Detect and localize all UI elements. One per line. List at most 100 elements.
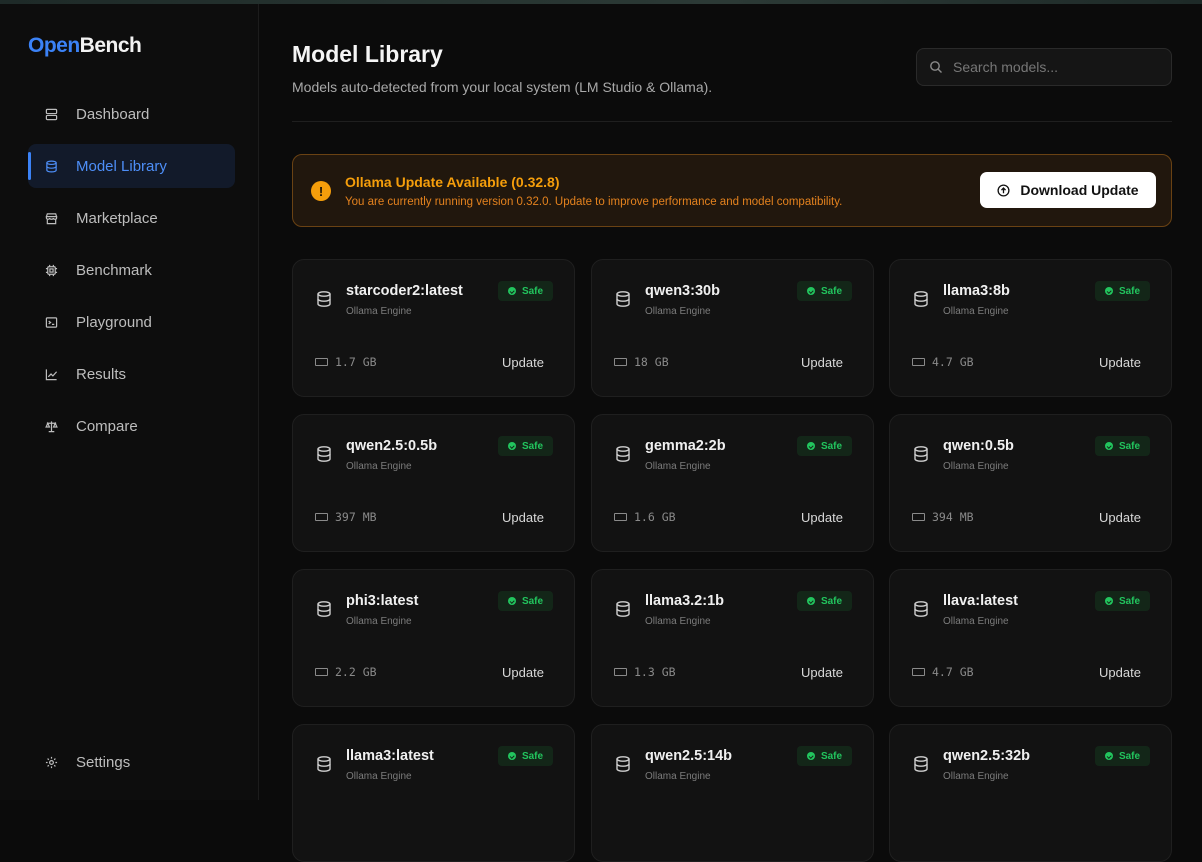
model-card[interactable]: llama3:8b Ollama Engine Safe 4.7 GB Upda… — [889, 259, 1172, 397]
size-value: 1.7 GB — [335, 355, 377, 369]
model-engine: Ollama Engine — [645, 771, 711, 782]
model-engine: Ollama Engine — [645, 461, 711, 472]
safe-badge: Safe — [498, 281, 553, 301]
sidebar-item-label: Playground — [76, 313, 152, 331]
search-box[interactable] — [916, 48, 1172, 86]
alert-text: You are currently running version 0.32.0… — [345, 196, 843, 208]
model-name: phi3:latest — [346, 593, 419, 609]
search-input[interactable] — [953, 59, 1153, 75]
badge-label: Safe — [820, 595, 843, 607]
model-size: 1.7 GB — [315, 355, 377, 369]
update-button[interactable]: Update — [801, 355, 843, 370]
header-divider — [292, 121, 1172, 122]
model-card[interactable]: qwen:0.5b Ollama Engine Safe 394 MB Upda… — [889, 414, 1172, 552]
model-card[interactable]: qwen2.5:32b Ollama Engine Safe — [889, 724, 1172, 862]
model-size: 1.3 GB — [614, 665, 676, 679]
badge-label: Safe — [521, 285, 544, 297]
model-card[interactable]: qwen3:30b Ollama Engine Safe 18 GB Updat… — [591, 259, 874, 397]
model-card[interactable]: llama3.2:1b Ollama Engine Safe 1.3 GB Up… — [591, 569, 874, 707]
check-circle-icon — [507, 597, 516, 605]
model-size: 4.7 GB — [912, 665, 974, 679]
page-subtitle: Models auto-detected from your local sys… — [292, 79, 713, 95]
sidebar-item-compare[interactable]: Compare — [28, 404, 235, 448]
logo-bench-text: Bench — [79, 34, 142, 57]
model-size: 2.2 GB — [315, 665, 377, 679]
badge-label: Safe — [1118, 750, 1141, 762]
update-button[interactable]: Update — [801, 510, 843, 525]
safe-badge: Safe — [498, 591, 553, 611]
safe-badge: Safe — [797, 746, 852, 766]
model-name: qwen2.5:32b — [943, 748, 1031, 764]
hard-drive-icon — [614, 513, 627, 521]
hard-drive-icon — [315, 668, 328, 676]
safe-badge: Safe — [1095, 436, 1150, 456]
model-card[interactable]: starcoder2:latest Ollama Engine Safe 1.7… — [292, 259, 575, 397]
size-value: 397 MB — [335, 510, 377, 524]
model-name: qwen2.5:14b — [645, 748, 733, 764]
update-button[interactable]: Update — [502, 355, 544, 370]
sidebar-item-dashboard[interactable]: Dashboard — [28, 92, 235, 136]
model-engine: Ollama Engine — [943, 461, 1009, 472]
dashboard-icon — [44, 107, 58, 121]
model-name: gemma2:2b — [645, 438, 726, 454]
model-card[interactable]: qwen2.5:0.5b Ollama Engine Safe 397 MB U… — [292, 414, 575, 552]
check-circle-icon — [806, 752, 815, 760]
database-icon — [912, 600, 930, 618]
model-card[interactable]: gemma2:2b Ollama Engine Safe 1.6 GB Upda… — [591, 414, 874, 552]
model-card[interactable]: qwen2.5:14b Ollama Engine Safe — [591, 724, 874, 862]
hard-drive-icon — [912, 513, 925, 521]
badge-label: Safe — [820, 440, 843, 452]
sidebar-item-label: Marketplace — [76, 209, 158, 227]
safe-badge: Safe — [797, 436, 852, 456]
model-card[interactable]: llava:latest Ollama Engine Safe 4.7 GB U… — [889, 569, 1172, 707]
check-circle-icon — [806, 442, 815, 450]
model-name: llama3:latest — [346, 748, 434, 764]
update-button[interactable]: Update — [502, 665, 544, 680]
database-icon — [614, 290, 632, 308]
hard-drive-icon — [912, 668, 925, 676]
hard-drive-icon — [315, 358, 328, 366]
model-engine: Ollama Engine — [346, 306, 412, 317]
model-size: 4.7 GB — [912, 355, 974, 369]
check-circle-icon — [1104, 287, 1113, 295]
check-circle-icon — [1104, 752, 1113, 760]
sidebar-item-model-library[interactable]: Model Library — [28, 144, 235, 188]
sidebar-item-label: Benchmark — [76, 261, 152, 279]
update-button[interactable]: Update — [502, 510, 544, 525]
size-value: 4.7 GB — [932, 665, 974, 679]
badge-label: Safe — [521, 750, 544, 762]
update-button[interactable]: Update — [1099, 355, 1141, 370]
app-logo[interactable]: OpenBench — [28, 34, 142, 58]
check-circle-icon — [806, 597, 815, 605]
sidebar-item-benchmark[interactable]: Benchmark — [28, 248, 235, 292]
database-icon — [315, 600, 333, 618]
sidebar-item-label: Results — [76, 365, 127, 383]
update-button[interactable]: Update — [1099, 510, 1141, 525]
model-name: llava:latest — [943, 593, 1018, 609]
hard-drive-icon — [315, 513, 328, 521]
sidebar-nav: Dashboard Model Library Marketplace Benc… — [28, 92, 235, 456]
check-circle-icon — [507, 287, 516, 295]
update-button[interactable]: Update — [801, 665, 843, 680]
sidebar-item-marketplace[interactable]: Marketplace — [28, 196, 235, 240]
sidebar-item-label: Dashboard — [76, 105, 150, 123]
model-name: llama3.2:1b — [645, 593, 724, 609]
model-card[interactable]: phi3:latest Ollama Engine Safe 2.2 GB Up… — [292, 569, 575, 707]
database-icon — [614, 755, 632, 773]
sidebar-item-settings[interactable]: Settings — [28, 740, 235, 784]
download-update-button[interactable]: Download Update — [980, 172, 1156, 208]
sidebar-settings: Settings — [28, 740, 235, 792]
sidebar-item-results[interactable]: Results — [28, 352, 235, 396]
sidebar: OpenBench Dashboard Model Library Market… — [0, 4, 259, 800]
update-button[interactable]: Update — [1099, 665, 1141, 680]
sidebar-item-label: Settings — [76, 753, 131, 771]
alert-title: Ollama Update Available (0.32.8) — [345, 174, 560, 190]
badge-label: Safe — [820, 750, 843, 762]
sidebar-item-playground[interactable]: Playground — [28, 300, 235, 344]
page-title: Model Library — [292, 41, 443, 67]
badge-label: Safe — [1118, 595, 1141, 607]
model-engine: Ollama Engine — [943, 306, 1009, 317]
model-card[interactable]: llama3:latest Ollama Engine Safe — [292, 724, 575, 862]
upload-circle-icon — [997, 183, 1010, 197]
size-value: 4.7 GB — [932, 355, 974, 369]
